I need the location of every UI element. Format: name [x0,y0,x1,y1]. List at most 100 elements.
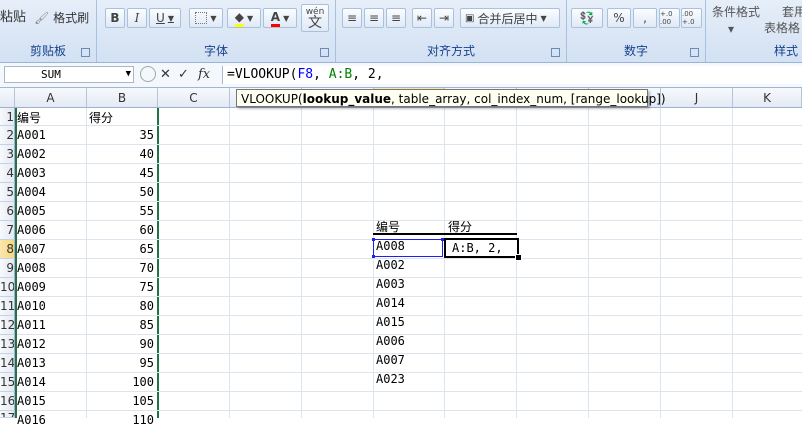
cell-b14[interactable]: 95 [88,356,154,370]
percent-button[interactable]: % [607,8,631,28]
cell-a6[interactable]: A005 [17,204,46,218]
underline-button[interactable]: U ▼ [149,8,181,28]
decrease-indent-button[interactable]: ⇤ [412,8,432,28]
active-cell-g8[interactable]: A:B, 2, [444,238,519,258]
borders-button[interactable]: ▼ [189,8,223,28]
cell-b3[interactable]: 40 [88,147,154,161]
formula-input[interactable]: =VLOOKUP(F8, A:B, 2, [222,66,802,84]
cell-a3[interactable]: A002 [17,147,46,161]
format-as-table-bottom[interactable]: 表格格 [764,19,800,36]
align-center-button[interactable]: ≡ [364,8,384,28]
row-header-7[interactable]: 7 [0,221,15,240]
clipboard-dialog-launcher[interactable] [81,48,90,57]
cell-b1[interactable]: 得分 [89,109,113,126]
row-header-15[interactable]: 15 [0,373,15,392]
ref-handle[interactable] [372,238,375,241]
cell-b6[interactable]: 55 [88,204,154,218]
phonetic-button[interactable]: wén 文 [301,4,329,32]
cell-f9[interactable]: A002 [376,258,405,272]
number-dialog-launcher[interactable] [690,48,699,57]
tooltip-arg1[interactable]: lookup_value [303,92,391,106]
cell-a7[interactable]: A006 [17,223,46,237]
cell-a5[interactable]: A004 [17,185,46,199]
row-header-14[interactable]: 14 [0,354,15,373]
column-header-c[interactable]: C [158,88,230,108]
fill-color-button[interactable]: ◆ ▼ [227,8,261,28]
row-header-10[interactable]: 10 [0,278,15,297]
row-header-13[interactable]: 13 [0,335,15,354]
row-header-2[interactable]: 2 [0,126,15,145]
insert-function-button[interactable]: fx [198,67,210,82]
cell-a12[interactable]: A011 [17,318,46,332]
cell-f11[interactable]: A014 [376,296,405,310]
align-right-button[interactable]: ≡ [386,8,406,28]
cell-b13[interactable]: 90 [88,337,154,351]
cell-b17[interactable]: 110 [88,413,154,427]
cell-f13[interactable]: A006 [376,334,405,348]
cell-a2[interactable]: A001 [17,128,46,142]
row-header-8[interactable]: 8 [0,240,15,259]
row-header-17[interactable]: 17 [0,411,15,418]
select-all-corner[interactable] [0,88,15,108]
cell-b16[interactable]: 105 [88,394,154,408]
cell-a11[interactable]: A010 [17,299,46,313]
font-dialog-launcher[interactable] [320,48,329,57]
enter-button[interactable]: ✓ [178,67,189,82]
cell-b12[interactable]: 85 [88,318,154,332]
row-header-6[interactable]: 6 [0,202,15,221]
paste-button[interactable]: 粘贴 [0,6,26,25]
column-header-k[interactable]: K [733,88,802,108]
cell-a17[interactable]: A016 [17,413,46,427]
cell-a13[interactable]: A012 [17,337,46,351]
name-box[interactable]: SUM ▼ [4,66,134,83]
fill-handle[interactable] [515,254,522,261]
cell-a10[interactable]: A009 [17,280,46,294]
decrease-decimal-button[interactable]: .00 +.0 [681,8,702,28]
cell-a9[interactable]: A008 [17,261,46,275]
row-header-5[interactable]: 5 [0,183,15,202]
ref-handle[interactable] [372,255,375,258]
column-header-j[interactable]: J [661,88,733,108]
cell-b10[interactable]: 75 [88,280,154,294]
cell-a16[interactable]: A015 [17,394,46,408]
increase-decimal-button[interactable]: +.0 .00 [659,8,680,28]
cell-b2[interactable]: 35 [88,128,154,142]
cell-f14[interactable]: A007 [376,353,405,367]
cell-f10[interactable]: A003 [376,277,405,291]
conditional-format-button[interactable]: 条件格式 [712,3,760,20]
accounting-format-button[interactable]: 💱 [571,8,603,28]
cell-b8[interactable]: 65 [88,242,154,256]
row-header-3[interactable]: 3 [0,145,15,164]
row-header-16[interactable]: 16 [0,392,15,411]
font-color-button[interactable]: A ▼ [263,8,297,28]
column-header-a[interactable]: A [15,88,87,108]
cell-f15[interactable]: A023 [376,372,405,386]
cell-a4[interactable]: A003 [17,166,46,180]
cell-a15[interactable]: A014 [17,375,46,389]
row-header-1[interactable]: 1 [0,108,15,126]
cell-a8[interactable]: A007 [17,242,46,256]
format-painter-button[interactable]: 🖌 格式刷 [34,9,89,26]
bold-button[interactable]: B [105,8,125,28]
chevron-down-icon[interactable]: ▼ [126,67,131,82]
increase-indent-button[interactable]: ⇥ [434,8,454,28]
cell-b4[interactable]: 45 [88,166,154,180]
merge-center-button[interactable]: ▣ 合并后居中 ▼ [460,8,560,28]
cell-b7[interactable]: 60 [88,223,154,237]
cell-f12[interactable]: A015 [376,315,405,329]
cell-a14[interactable]: A013 [17,356,46,370]
alignment-dialog-launcher[interactable] [551,48,560,57]
worksheet-grid[interactable]: A B C D E F G H I J K 1 2 3 4 5 6 7 8 9 … [0,88,802,427]
format-as-table-top[interactable]: 套用 [782,3,802,20]
cell-b5[interactable]: 50 [88,185,154,199]
comma-button[interactable]: , [633,8,657,28]
row-header-12[interactable]: 12 [0,316,15,335]
cell-a1[interactable]: 编号 [17,109,41,126]
row-header-9[interactable]: 9 [0,259,15,278]
row-header-11[interactable]: 11 [0,297,15,316]
cell-b11[interactable]: 80 [88,299,154,313]
align-left-button[interactable]: ≡ [342,8,362,28]
cancel-button[interactable]: ✕ [160,67,171,82]
cell-b9[interactable]: 70 [88,261,154,275]
row-header-4[interactable]: 4 [0,164,15,183]
